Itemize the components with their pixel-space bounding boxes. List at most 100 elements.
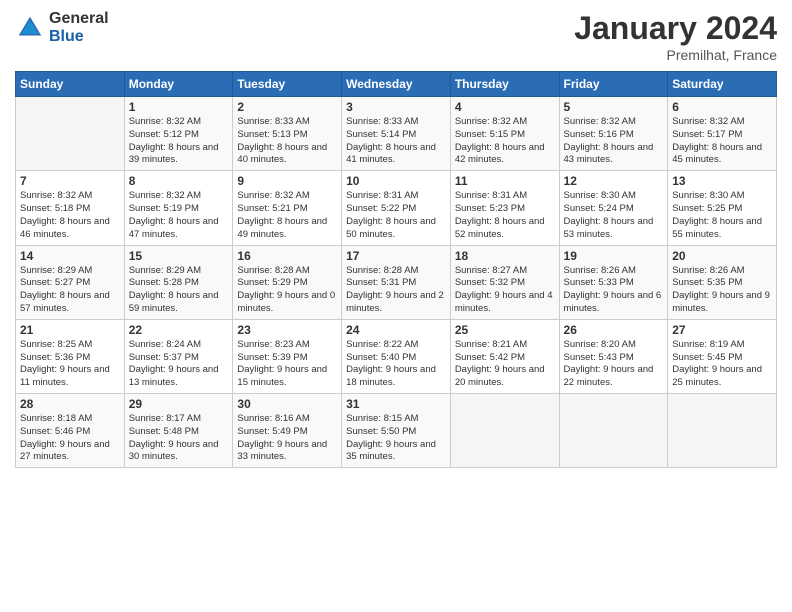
sunrise-text: Sunrise: 8:24 AM — [129, 339, 201, 350]
sunrise-text: Sunrise: 8:15 AM — [346, 413, 418, 424]
sunset-text: Sunset: 5:27 PM — [20, 277, 90, 288]
daylight-text: Daylight: 9 hours and 22 minutes. — [564, 364, 654, 388]
daylight-text: Daylight: 9 hours and 11 minutes. — [20, 364, 110, 388]
sunrise-text: Sunrise: 8:29 AM — [20, 265, 92, 276]
table-cell: 22 Sunrise: 8:24 AM Sunset: 5:37 PM Dayl… — [124, 319, 233, 393]
sunset-text: Sunset: 5:29 PM — [237, 277, 307, 288]
col-wednesday: Wednesday — [342, 72, 451, 97]
page: General Blue January 2024 Premilhat, Fra… — [0, 0, 792, 612]
sunrise-text: Sunrise: 8:33 AM — [346, 116, 418, 127]
calendar-table: Sunday Monday Tuesday Wednesday Thursday… — [15, 71, 777, 468]
week-row-5: 28 Sunrise: 8:18 AM Sunset: 5:46 PM Dayl… — [16, 394, 777, 468]
day-info: Sunrise: 8:29 AM Sunset: 5:28 PM Dayligh… — [129, 265, 229, 316]
day-number: 12 — [564, 174, 664, 188]
sunrise-text: Sunrise: 8:19 AM — [672, 339, 744, 350]
daylight-text: Daylight: 8 hours and 53 minutes. — [564, 216, 654, 240]
calendar-header-row: Sunday Monday Tuesday Wednesday Thursday… — [16, 72, 777, 97]
sunrise-text: Sunrise: 8:33 AM — [237, 116, 309, 127]
day-number: 28 — [20, 397, 120, 411]
sunset-text: Sunset: 5:32 PM — [455, 277, 525, 288]
day-number: 21 — [20, 323, 120, 337]
table-cell: 27 Sunrise: 8:19 AM Sunset: 5:45 PM Dayl… — [668, 319, 777, 393]
sunrise-text: Sunrise: 8:32 AM — [129, 190, 201, 201]
daylight-text: Daylight: 9 hours and 30 minutes. — [129, 439, 219, 463]
day-number: 10 — [346, 174, 446, 188]
sunset-text: Sunset: 5:33 PM — [564, 277, 634, 288]
daylight-text: Daylight: 8 hours and 40 minutes. — [237, 142, 327, 166]
sunrise-text: Sunrise: 8:30 AM — [564, 190, 636, 201]
sunrise-text: Sunrise: 8:32 AM — [20, 190, 92, 201]
logo-icon — [15, 13, 45, 43]
sunrise-text: Sunrise: 8:21 AM — [455, 339, 527, 350]
table-cell: 12 Sunrise: 8:30 AM Sunset: 5:24 PM Dayl… — [559, 171, 668, 245]
day-number: 8 — [129, 174, 229, 188]
day-number: 14 — [20, 249, 120, 263]
sunrise-text: Sunrise: 8:32 AM — [564, 116, 636, 127]
day-info: Sunrise: 8:30 AM Sunset: 5:24 PM Dayligh… — [564, 190, 664, 241]
day-info: Sunrise: 8:29 AM Sunset: 5:27 PM Dayligh… — [20, 265, 120, 316]
day-info: Sunrise: 8:25 AM Sunset: 5:36 PM Dayligh… — [20, 339, 120, 390]
logo: General Blue — [15, 10, 109, 45]
table-cell: 28 Sunrise: 8:18 AM Sunset: 5:46 PM Dayl… — [16, 394, 125, 468]
sunset-text: Sunset: 5:22 PM — [346, 203, 416, 214]
daylight-text: Daylight: 9 hours and 20 minutes. — [455, 364, 545, 388]
table-cell: 16 Sunrise: 8:28 AM Sunset: 5:29 PM Dayl… — [233, 245, 342, 319]
day-number: 16 — [237, 249, 337, 263]
daylight-text: Daylight: 8 hours and 39 minutes. — [129, 142, 219, 166]
week-row-1: 1 Sunrise: 8:32 AM Sunset: 5:12 PM Dayli… — [16, 97, 777, 171]
day-number: 5 — [564, 100, 664, 114]
day-number: 20 — [672, 249, 772, 263]
daylight-text: Daylight: 9 hours and 35 minutes. — [346, 439, 436, 463]
daylight-text: Daylight: 8 hours and 55 minutes. — [672, 216, 762, 240]
daylight-text: Daylight: 9 hours and 0 minutes. — [237, 290, 335, 314]
day-number: 18 — [455, 249, 555, 263]
daylight-text: Daylight: 9 hours and 6 minutes. — [564, 290, 662, 314]
sunrise-text: Sunrise: 8:18 AM — [20, 413, 92, 424]
daylight-text: Daylight: 8 hours and 47 minutes. — [129, 216, 219, 240]
day-info: Sunrise: 8:28 AM Sunset: 5:31 PM Dayligh… — [346, 265, 446, 316]
logo-general: General — [49, 10, 109, 28]
col-monday: Monday — [124, 72, 233, 97]
title-block: January 2024 Premilhat, France — [574, 10, 777, 63]
day-number: 1 — [129, 100, 229, 114]
daylight-text: Daylight: 9 hours and 4 minutes. — [455, 290, 553, 314]
day-number: 26 — [564, 323, 664, 337]
day-info: Sunrise: 8:19 AM Sunset: 5:45 PM Dayligh… — [672, 339, 772, 390]
sunset-text: Sunset: 5:37 PM — [129, 352, 199, 363]
table-cell: 17 Sunrise: 8:28 AM Sunset: 5:31 PM Dayl… — [342, 245, 451, 319]
table-cell: 7 Sunrise: 8:32 AM Sunset: 5:18 PM Dayli… — [16, 171, 125, 245]
sunset-text: Sunset: 5:28 PM — [129, 277, 199, 288]
table-cell: 21 Sunrise: 8:25 AM Sunset: 5:36 PM Dayl… — [16, 319, 125, 393]
day-info: Sunrise: 8:33 AM Sunset: 5:13 PM Dayligh… — [237, 116, 337, 167]
day-number: 17 — [346, 249, 446, 263]
sunset-text: Sunset: 5:15 PM — [455, 129, 525, 140]
day-number: 3 — [346, 100, 446, 114]
table-cell: 13 Sunrise: 8:30 AM Sunset: 5:25 PM Dayl… — [668, 171, 777, 245]
day-info: Sunrise: 8:33 AM Sunset: 5:14 PM Dayligh… — [346, 116, 446, 167]
table-cell: 9 Sunrise: 8:32 AM Sunset: 5:21 PM Dayli… — [233, 171, 342, 245]
header: General Blue January 2024 Premilhat, Fra… — [15, 10, 777, 63]
table-cell: 8 Sunrise: 8:32 AM Sunset: 5:19 PM Dayli… — [124, 171, 233, 245]
day-info: Sunrise: 8:21 AM Sunset: 5:42 PM Dayligh… — [455, 339, 555, 390]
calendar-title: January 2024 — [574, 10, 777, 47]
day-info: Sunrise: 8:27 AM Sunset: 5:32 PM Dayligh… — [455, 265, 555, 316]
sunset-text: Sunset: 5:45 PM — [672, 352, 742, 363]
week-row-3: 14 Sunrise: 8:29 AM Sunset: 5:27 PM Dayl… — [16, 245, 777, 319]
sunset-text: Sunset: 5:49 PM — [237, 426, 307, 437]
sunset-text: Sunset: 5:43 PM — [564, 352, 634, 363]
sunrise-text: Sunrise: 8:29 AM — [129, 265, 201, 276]
table-cell: 24 Sunrise: 8:22 AM Sunset: 5:40 PM Dayl… — [342, 319, 451, 393]
daylight-text: Daylight: 8 hours and 42 minutes. — [455, 142, 545, 166]
sunrise-text: Sunrise: 8:16 AM — [237, 413, 309, 424]
daylight-text: Daylight: 8 hours and 41 minutes. — [346, 142, 436, 166]
day-number: 31 — [346, 397, 446, 411]
table-cell: 19 Sunrise: 8:26 AM Sunset: 5:33 PM Dayl… — [559, 245, 668, 319]
daylight-text: Daylight: 9 hours and 33 minutes. — [237, 439, 327, 463]
table-cell: 18 Sunrise: 8:27 AM Sunset: 5:32 PM Dayl… — [450, 245, 559, 319]
sunset-text: Sunset: 5:35 PM — [672, 277, 742, 288]
day-info: Sunrise: 8:32 AM Sunset: 5:17 PM Dayligh… — [672, 116, 772, 167]
day-info: Sunrise: 8:22 AM Sunset: 5:40 PM Dayligh… — [346, 339, 446, 390]
sunset-text: Sunset: 5:13 PM — [237, 129, 307, 140]
sunset-text: Sunset: 5:40 PM — [346, 352, 416, 363]
day-number: 7 — [20, 174, 120, 188]
